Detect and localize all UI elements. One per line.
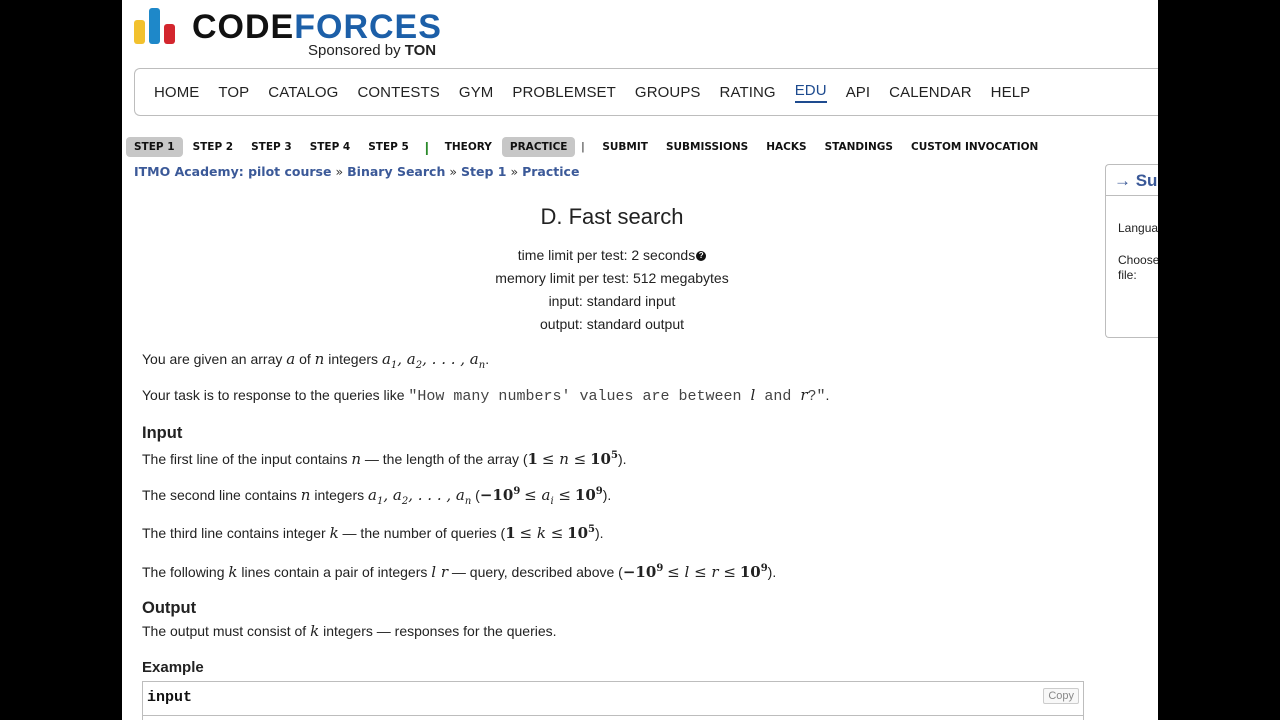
submit-box-title[interactable]: → Su	[1114, 171, 1157, 191]
example-heading: Example	[142, 659, 204, 676]
output-line: The output must consist of k integers — …	[142, 622, 557, 640]
problem-title: D. Fast search	[540, 204, 684, 229]
logo-bars-icon	[134, 4, 182, 44]
input-line-2: The second line contains n integers a1, …	[142, 486, 612, 507]
input-heading: Input	[142, 424, 183, 442]
menu-item-calendar[interactable]: CALENDAR	[889, 84, 972, 101]
breadcrumb: ITMO Academy: pilot course» Binary Search…	[134, 164, 579, 179]
example-box: input Copy	[142, 681, 1084, 720]
browser-viewport: CODEFORCES Sponsored by TON HOME TOP CATAL…	[122, 0, 1158, 720]
menu-item-rating[interactable]: RATING	[720, 84, 776, 101]
query-mono-text: "How many numbers' values are between	[408, 388, 742, 405]
sponsor-line: Sponsored by TON	[308, 42, 436, 59]
tab-practice[interactable]: PRACTICE	[501, 137, 576, 157]
tab-step-3[interactable]: STEP 3	[243, 137, 300, 157]
submit-box-divider	[1106, 195, 1158, 196]
choose-file-label-2: file:	[1118, 268, 1137, 282]
sponsor-text: Sponsored by	[308, 42, 401, 59]
statement-paragraph-2: Your task is to response to the queries …	[142, 386, 830, 405]
language-label: Langua	[1118, 221, 1158, 235]
help-icon[interactable]: ?	[696, 251, 707, 261]
menu-item-help[interactable]: HELP	[991, 84, 1031, 101]
second-level-menu: STEP 1 STEP 2 STEP 3 STEP 4 STEP 5 | THEORY PRA…	[126, 136, 1048, 158]
logo-bar-red	[164, 24, 175, 44]
time-limit: time limit per test: 2 seconds?	[122, 244, 1102, 267]
menu-item-top[interactable]: TOP	[218, 84, 249, 101]
statement-paragraph-1: You are given an array a of n integers a…	[142, 350, 490, 371]
breadcrumb-link[interactable]: Practice	[522, 164, 579, 179]
menu-item-groups[interactable]: GROUPS	[635, 84, 701, 101]
menu-item-problemset[interactable]: PROBLEMSET	[512, 84, 616, 101]
menu-item-gym[interactable]: GYM	[459, 84, 493, 101]
breadcrumb-link[interactable]: Step 1	[461, 164, 506, 179]
menu-separator: |	[424, 139, 429, 155]
menu-item-catalog[interactable]: CATALOG	[268, 84, 338, 101]
output-type: output: standard output	[540, 316, 684, 332]
input-line-3: The third line contains integer k — the …	[142, 524, 604, 542]
tab-step-2[interactable]: STEP 2	[185, 137, 242, 157]
example-input-label: input	[147, 689, 193, 706]
input-line-1: The first line of the input contains n —…	[142, 450, 627, 468]
submit-sidebox: → Su Langua Choose file:	[1105, 164, 1158, 338]
tab-submit[interactable]: SUBMIT	[594, 137, 656, 157]
copy-button[interactable]: Copy	[1043, 688, 1079, 704]
main-menu-list: HOME TOP CATALOG CONTESTS GYM PROBLEMSET GROUP…	[135, 69, 1158, 115]
math-n: n	[314, 350, 325, 368]
statement-1-text: You are given an array	[142, 351, 283, 367]
tab-theory[interactable]: THEORY	[437, 137, 500, 157]
problem-limits: time limit per test: 2 seconds? memory l…	[122, 244, 1102, 336]
menu-item-edu[interactable]: EDU	[794, 82, 827, 103]
output-heading: Output	[142, 599, 197, 617]
tab-submissions[interactable]: SUBMISSIONS	[658, 137, 756, 157]
time-limit-text: time limit per test: 2 seconds	[517, 247, 696, 263]
input-line-4: The following k lines contain a pair of …	[142, 563, 777, 581]
logo-word-blue: FORCES	[294, 8, 442, 46]
breadcrumb-separator: »	[449, 164, 457, 179]
math-sequence: a1, a2, . . . , an	[381, 350, 486, 371]
menu-item-contests[interactable]: CONTESTS	[357, 84, 439, 101]
logo-bar-blue	[149, 8, 160, 44]
breadcrumb-separator: »	[335, 164, 344, 179]
tab-step-5[interactable]: STEP 5	[360, 137, 417, 157]
memory-limit: memory limit per test: 512 megabytes	[495, 270, 729, 286]
codeforces-logo[interactable]: CODEFORCES Sponsored by TON	[134, 4, 454, 60]
breadcrumb-separator: »	[510, 164, 519, 179]
query-example: "How many numbers' values are between l …	[408, 386, 826, 405]
sponsor-brand: TON	[404, 42, 437, 59]
logo-bar-yellow	[134, 20, 145, 44]
tab-custom-invocation[interactable]: CUSTOM INVOCATION	[903, 137, 1046, 157]
example-divider	[143, 715, 1083, 716]
menu-pipe: |	[581, 141, 585, 153]
input-type: input: standard input	[548, 293, 676, 309]
menu-item-api[interactable]: API	[846, 84, 870, 101]
breadcrumb-link[interactable]: ITMO Academy: pilot course	[134, 164, 331, 179]
tab-step-1[interactable]: STEP 1	[126, 137, 183, 157]
output-text: integers — responses for the queries.	[323, 623, 557, 639]
main-menu: HOME TOP CATALOG CONTESTS GYM PROBLEMSET GROUP…	[134, 68, 1158, 116]
math-a: a	[286, 350, 296, 368]
tab-standings[interactable]: STANDINGS	[817, 137, 901, 157]
menu-item-home[interactable]: HOME	[154, 84, 199, 101]
breadcrumb-link[interactable]: Binary Search	[347, 164, 445, 179]
statement-2-text: Your task is to response to the queries …	[142, 387, 405, 403]
tab-hacks[interactable]: HACKS	[758, 137, 814, 157]
logo-word-black: CODE	[192, 8, 295, 46]
tab-step-4[interactable]: STEP 4	[302, 137, 359, 157]
choose-file-label-1: Choose	[1118, 253, 1158, 267]
